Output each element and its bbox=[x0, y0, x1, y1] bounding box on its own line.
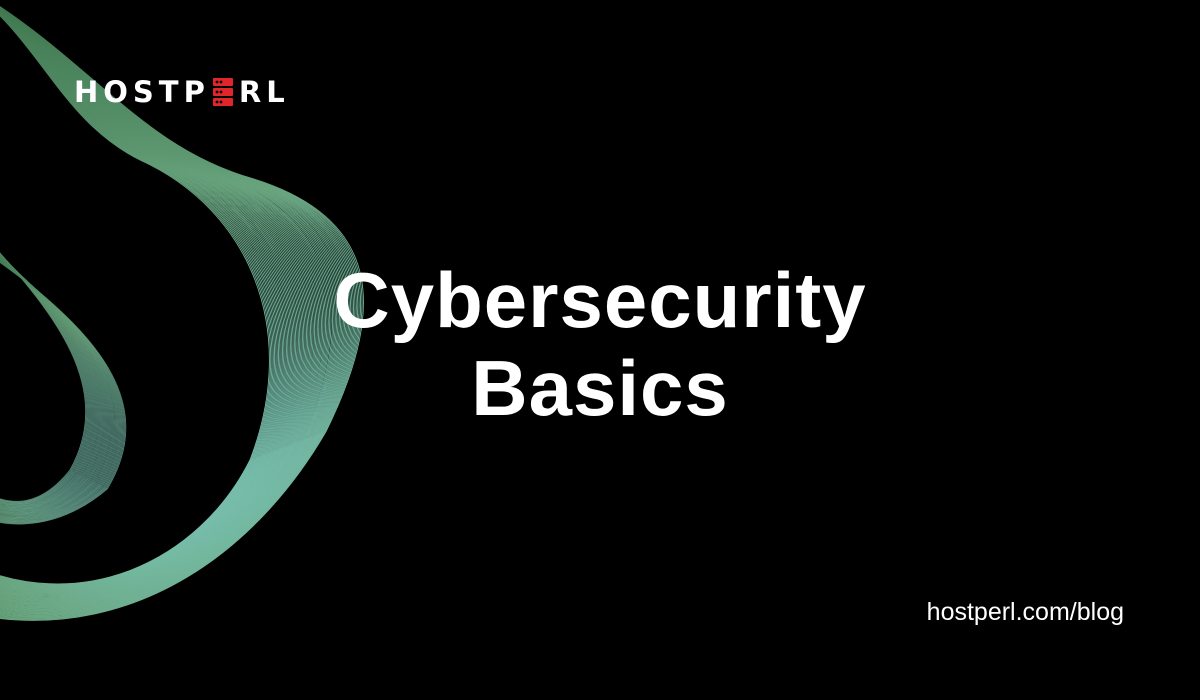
title-line-1: Cybersecurity bbox=[333, 256, 867, 344]
blog-url-link[interactable]: hostperl.com/blog bbox=[927, 596, 1124, 628]
title-line-2: Basics bbox=[471, 344, 729, 432]
page-title: Cybersecurity Basics bbox=[250, 256, 950, 432]
logo-text-right: RL bbox=[238, 75, 290, 109]
banner-canvas: HOSTP RL Cybersecurity Basics hostperl.c… bbox=[0, 0, 1200, 700]
hostperl-logo[interactable]: HOSTP RL bbox=[74, 74, 290, 110]
server-rack-icon bbox=[212, 78, 233, 106]
logo-text-left: HOSTP bbox=[74, 75, 210, 109]
